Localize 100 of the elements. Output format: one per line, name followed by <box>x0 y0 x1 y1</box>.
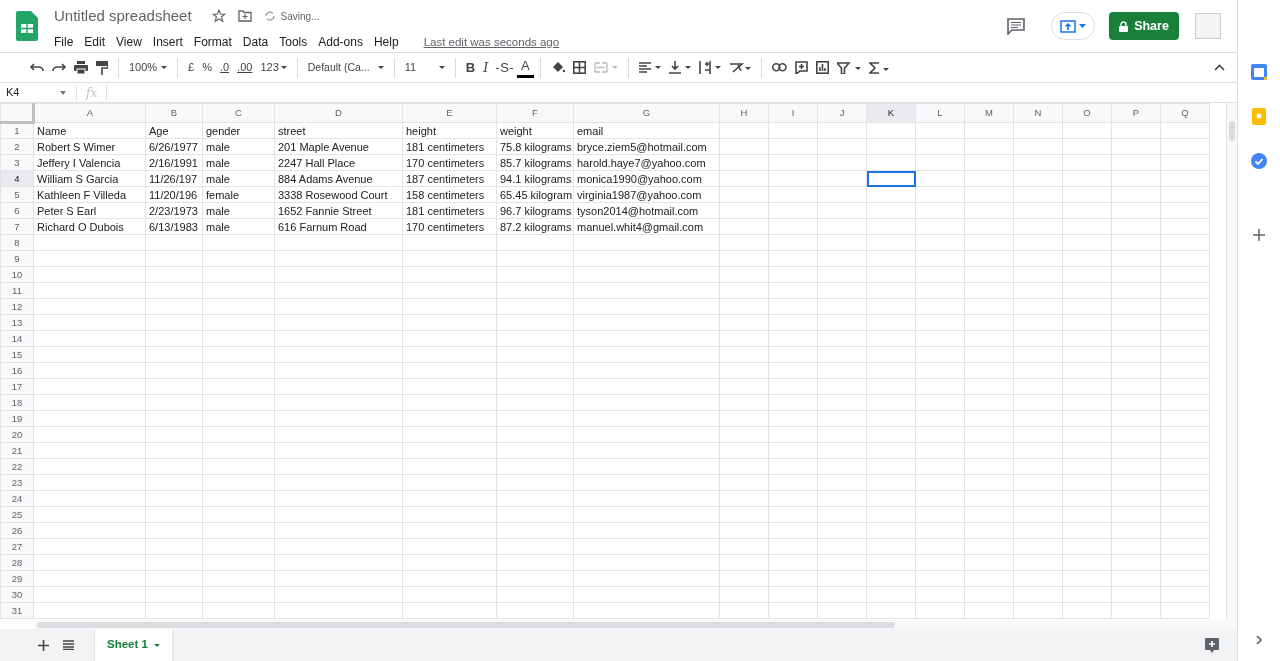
table-cell: 87.2 kilograms <box>496 218 574 235</box>
menu-item[interactable]: Format <box>193 33 232 52</box>
zoom-dropdown[interactable]: 100% <box>125 55 171 80</box>
column-header[interactable]: A <box>33 103 146 123</box>
column-header[interactable]: D <box>274 103 403 123</box>
percent-button[interactable]: % <box>198 55 216 80</box>
align-left-icon[interactable] <box>638 62 661 73</box>
selected-cell[interactable] <box>866 170 916 187</box>
merge-cells-icon[interactable] <box>593 62 618 73</box>
redo-icon[interactable] <box>52 63 66 72</box>
strikethrough-button[interactable]: S <box>492 55 517 80</box>
table-cell: 616 Farnum Road <box>274 218 403 235</box>
currency-button[interactable]: £ <box>184 55 199 80</box>
sheet-list-icon[interactable] <box>63 640 74 650</box>
column-header[interactable]: G <box>573 103 720 123</box>
last-edit-link[interactable]: Last edit was seconds ago <box>423 33 560 51</box>
column-header[interactable]: F <box>496 103 574 123</box>
present-button[interactable] <box>1051 12 1095 40</box>
menu-item[interactable]: Add-ons <box>318 33 363 52</box>
sheet-tab[interactable]: Sheet 1 <box>95 629 172 661</box>
add-icon[interactable] <box>1253 229 1265 241</box>
chevron-right-icon[interactable] <box>1256 635 1262 645</box>
menu-item[interactable]: Insert <box>152 33 183 52</box>
collapse-icon[interactable] <box>1214 64 1225 71</box>
bold-button[interactable]: B <box>461 55 480 80</box>
table-cell: virginia1987@yahoo.com <box>573 186 720 203</box>
star-icon[interactable] <box>211 9 226 23</box>
font-dropdown[interactable]: Default (Ca... <box>303 55 388 80</box>
text-wrap-icon[interactable] <box>698 61 721 74</box>
table-cell: 201 Maple Avenue <box>274 138 403 155</box>
table-cell: male <box>202 170 275 187</box>
text-rotate-icon[interactable] <box>728 61 751 74</box>
text-color-button[interactable]: A <box>516 57 534 78</box>
table-cell: height <box>402 122 497 139</box>
font-size-dropdown[interactable]: 11 <box>400 55 449 80</box>
caret-icon <box>153 643 160 647</box>
folder-icon[interactable] <box>237 10 252 22</box>
add-comment-icon[interactable] <box>794 61 808 74</box>
scrollbar-thumb[interactable] <box>1229 121 1235 141</box>
table-cell: male <box>202 218 275 235</box>
table-cell: 94.1 kilograms <box>496 170 574 187</box>
tasks-icon[interactable] <box>1251 153 1267 169</box>
horizontal-scrollbar[interactable] <box>33 620 1237 629</box>
number-format-dropdown[interactable]: 123 <box>256 55 291 80</box>
menu-item[interactable]: Data <box>242 33 269 52</box>
share-button[interactable]: Share <box>1109 12 1179 40</box>
sheets-logo-icon[interactable] <box>16 11 38 41</box>
filter-icon[interactable] <box>836 61 861 74</box>
column-header[interactable]: Q <box>1160 103 1210 123</box>
table-cell: 11/26/197 <box>145 170 203 187</box>
table-cell: weight <box>496 122 574 139</box>
menu-item[interactable]: File <box>54 33 74 52</box>
sum-icon[interactable] <box>868 61 889 74</box>
undo-icon[interactable] <box>30 63 44 72</box>
column-header[interactable]: C <box>202 103 275 123</box>
explore-icon[interactable] <box>1205 637 1219 653</box>
column-header[interactable]: K <box>866 103 916 123</box>
column-header[interactable]: L <box>915 103 965 123</box>
add-sheet-icon[interactable] <box>38 639 49 651</box>
table-cell: 85.7 kilograms <box>496 154 574 171</box>
sync-icon <box>263 10 276 22</box>
table-cell: 6/26/1977 <box>145 138 203 155</box>
table-cell: monica1990@yahoo.com <box>573 170 720 187</box>
document-title[interactable]: Untitled spreadsheet <box>54 4 192 28</box>
decrease-decimal-button[interactable]: .0 <box>215 55 234 80</box>
caret-icon <box>1079 24 1086 28</box>
column-header[interactable]: J <box>817 103 867 123</box>
menu-item[interactable]: Edit <box>84 33 106 52</box>
italic-button[interactable]: I <box>479 55 493 80</box>
increase-decimal-button[interactable]: .00 <box>233 55 257 80</box>
column-header[interactable]: N <box>1013 103 1063 123</box>
column-header[interactable]: B <box>145 103 203 123</box>
menu-item[interactable]: View <box>116 33 142 52</box>
vertical-scrollbar[interactable] <box>1226 103 1237 620</box>
caret-icon <box>161 66 167 69</box>
table-cell: street <box>274 122 403 139</box>
scrollbar-thumb[interactable] <box>37 621 895 628</box>
column-header[interactable]: E <box>402 103 497 123</box>
vertical-align-icon[interactable] <box>668 61 691 74</box>
table-cell: female <box>202 186 275 203</box>
column-header[interactable]: I <box>768 103 818 123</box>
column-header[interactable]: O <box>1062 103 1112 123</box>
paint-format-icon[interactable] <box>96 60 108 75</box>
table-cell: harold.haye7@yahoo.com <box>573 154 720 171</box>
table-cell: 2/23/1973 <box>145 202 203 219</box>
calendar-icon[interactable] <box>1251 64 1267 80</box>
menu-item[interactable]: Tools <box>279 33 308 52</box>
column-header[interactable]: P <box>1111 103 1161 123</box>
name-box[interactable]: K4 <box>0 84 60 101</box>
column-header[interactable]: H <box>719 103 769 123</box>
table-cell: 170 centimeters <box>402 154 497 171</box>
comment-icon[interactable] <box>1007 17 1025 35</box>
save-status: Saving... <box>280 9 320 24</box>
print-icon[interactable] <box>74 61 88 74</box>
menu-item[interactable]: Help <box>373 33 399 52</box>
column-header[interactable]: M <box>964 103 1014 123</box>
chart-icon[interactable] <box>815 61 829 74</box>
lock-icon <box>1119 20 1129 32</box>
borders-icon[interactable] <box>572 61 586 74</box>
link-icon[interactable] <box>771 63 787 72</box>
